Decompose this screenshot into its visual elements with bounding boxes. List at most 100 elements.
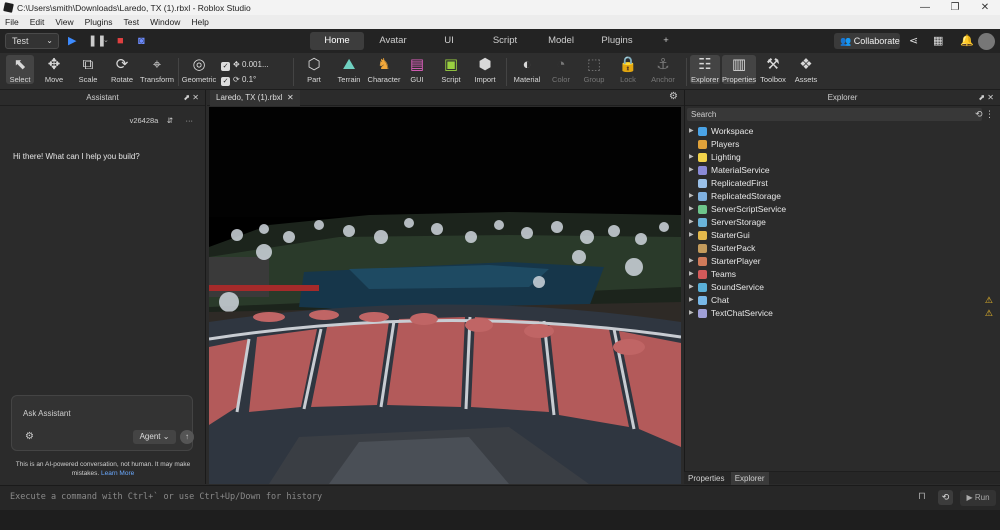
bookmark-icon[interactable]: ⊓ <box>918 491 926 502</box>
script-button[interactable]: ▣ Script <box>437 55 465 84</box>
pause-chevron-icon[interactable]: ⌄ <box>103 34 109 48</box>
properties-window-button[interactable]: ▥ Properties <box>722 55 756 84</box>
explorer-item-workspace[interactable]: ▶ Workspace <box>689 125 997 138</box>
explorer-item-serverscriptservice[interactable]: ▶ ServerScriptService <box>689 203 997 216</box>
ask-assistant-placeholder[interactable]: Ask Assistant <box>23 409 71 418</box>
ask-assistant-input-box[interactable]: Ask Assistant ⚙ Agent ⌄ ↑ <box>11 395 194 451</box>
move-tool-button[interactable]: ✥ Move <box>40 55 68 84</box>
explorer-window-button[interactable]: ☷ Explorer <box>690 55 720 84</box>
geometric-mode-button[interactable]: ◎ Geometric <box>181 55 217 84</box>
tab-avatar[interactable]: Avatar <box>366 32 420 50</box>
expand-arrow-icon[interactable]: ▶ <box>689 151 697 164</box>
menu-plugins[interactable]: Plugins <box>85 17 113 27</box>
tab-ui[interactable]: UI <box>422 32 476 50</box>
tab-home[interactable]: Home <box>310 32 364 50</box>
test-mode-select[interactable]: Test ⌄ <box>5 33 59 49</box>
expand-arrow-icon[interactable]: ▶ <box>689 255 697 268</box>
avatar[interactable] <box>978 33 995 50</box>
expand-arrow-icon[interactable]: ▶ <box>689 216 697 229</box>
anchor-button[interactable]: ⚓ Anchor <box>648 55 678 84</box>
gui-button[interactable]: ▤ GUI <box>404 55 430 84</box>
expand-arrow-icon[interactable]: ▶ <box>689 229 697 242</box>
tab-explorer[interactable]: Explorer <box>730 472 769 485</box>
version-toggle-icon[interactable]: ⇵ <box>167 116 173 125</box>
color-button[interactable]: ◔ Color <box>547 55 575 84</box>
menu-file[interactable]: File <box>5 17 19 27</box>
explorer-item-soundservice[interactable]: ▶ SoundService <box>689 281 997 294</box>
play-icon[interactable]: ▶ <box>68 34 76 48</box>
menu-view[interactable]: View <box>55 17 73 27</box>
explorer-item-serverstorage[interactable]: ▶ ServerStorage <box>689 216 997 229</box>
maximize-button[interactable]: ❐ <box>940 2 970 13</box>
expand-arrow-icon[interactable]: ▶ <box>689 294 697 307</box>
menu-window[interactable]: Window <box>150 17 180 27</box>
character-button[interactable]: ♞ Character <box>367 55 401 84</box>
close-button[interactable]: ✕ <box>970 2 1000 13</box>
terrain-button[interactable]: ⛰ Terrain <box>333 55 365 84</box>
explorer-item-starterpack[interactable]: StarterPack <box>689 242 997 255</box>
scale-tool-button[interactable]: ⧉ Scale <box>74 55 102 84</box>
explorer-item-lighting[interactable]: ▶ Lighting <box>689 151 997 164</box>
tab-script[interactable]: Script <box>478 32 532 50</box>
more-options-icon[interactable]: ··· <box>186 116 194 125</box>
rotate-tool-button[interactable]: ⟳ Rotate <box>107 55 137 84</box>
3d-viewport[interactable] <box>209 107 681 484</box>
expand-arrow-icon[interactable]: ▶ <box>689 281 697 294</box>
explorer-item-starterplayer[interactable]: ▶ StarterPlayer <box>689 255 997 268</box>
assets-button[interactable]: ❖ Assets <box>791 55 821 84</box>
expand-arrow-icon[interactable]: ▶ <box>689 203 697 216</box>
select-tool-label: Select <box>9 75 31 84</box>
move-increment-field[interactable]: ✓ ✥ 0.001... <box>221 58 273 71</box>
explorer-item-replicatedfirst[interactable]: ReplicatedFirst <box>689 177 997 190</box>
select-tool-button[interactable]: ⬉ Select <box>6 55 34 84</box>
close-tab-icon[interactable]: ✕ <box>287 93 294 102</box>
transform-tool-button[interactable]: ⌖ Transform <box>140 55 174 84</box>
explorer-item-startergui[interactable]: ▶ StarterGui <box>689 229 997 242</box>
tab-add[interactable]: + <box>646 32 686 50</box>
expand-arrow-icon[interactable]: ▶ <box>689 190 697 203</box>
panel-popout-close-icon[interactable]: ⬈ ✕ <box>183 90 199 106</box>
settings-sliders-icon[interactable]: ⚙ <box>25 431 34 442</box>
command-input[interactable]: Execute a command with Ctrl+` or use Ctr… <box>10 492 322 502</box>
history-icon[interactable]: ⟲ <box>938 490 953 505</box>
part-button[interactable]: ⬡ Part <box>300 55 328 84</box>
lock-button[interactable]: 🔒 Lock <box>614 55 642 84</box>
explorer-item-materialservice[interactable]: ▶ MaterialService <box>689 164 997 177</box>
tab-model[interactable]: Model <box>534 32 588 50</box>
explorer-search-input[interactable]: Search <box>687 108 982 121</box>
menu-edit[interactable]: Edit <box>30 17 45 27</box>
team-create-icon[interactable]: ▦ <box>933 35 943 47</box>
toolbox-button[interactable]: ⚒ Toolbox <box>758 55 788 84</box>
minimize-button[interactable]: — <box>910 2 940 13</box>
tab-properties[interactable]: Properties <box>684 472 728 485</box>
share-icon[interactable]: ⋖ <box>909 35 918 47</box>
explorer-item-teams[interactable]: ▶ Teams <box>689 268 997 281</box>
menu-test[interactable]: Test <box>124 17 140 27</box>
run-button[interactable]: ▶ Run <box>960 490 996 506</box>
import-button[interactable]: ⬢ Import <box>470 55 500 84</box>
stop-icon[interactable]: ■ <box>117 34 124 48</box>
explorer-item-chat[interactable]: ▶ Chat ⚠ <box>689 294 997 307</box>
expand-arrow-icon[interactable]: ▶ <box>689 268 697 281</box>
notifications-bell-icon[interactable]: 🔔 <box>960 35 974 47</box>
group-button[interactable]: ⬚ Group <box>580 55 608 84</box>
material-button[interactable]: ◐ Material <box>511 55 543 84</box>
history-more-icons[interactable]: ⟲ ⋮ <box>975 109 994 120</box>
explorer-item-players[interactable]: Players <box>689 138 997 151</box>
agent-mode-dropdown[interactable]: Agent ⌄ <box>133 430 176 444</box>
menu-help[interactable]: Help <box>191 17 208 27</box>
client-server-icon[interactable]: ◙ <box>138 34 145 48</box>
send-arrow-icon[interactable]: ↑ <box>180 430 194 444</box>
collaborate-button[interactable]: 👥 Collaborate <box>834 33 900 49</box>
expand-arrow-icon[interactable]: ▶ <box>689 307 697 320</box>
learn-more-link[interactable]: Learn More <box>101 470 134 477</box>
rotate-increment-field[interactable]: ✓ ⟳ 0.1° <box>221 73 273 86</box>
explorer-item-replicatedstorage[interactable]: ▶ ReplicatedStorage <box>689 190 997 203</box>
tab-plugins[interactable]: Plugins <box>590 32 644 50</box>
gear-icon[interactable]: ⚙ <box>669 91 678 102</box>
explorer-item-textchatservice[interactable]: ▶ TextChatService ⚠ <box>689 307 997 320</box>
place-tab[interactable]: Laredo, TX (1).rbxl ✕ <box>210 90 300 106</box>
expand-arrow-icon[interactable]: ▶ <box>689 125 697 138</box>
panel-popout-close-icon[interactable]: ⬈ ✕ <box>978 90 994 106</box>
expand-arrow-icon[interactable]: ▶ <box>689 164 697 177</box>
